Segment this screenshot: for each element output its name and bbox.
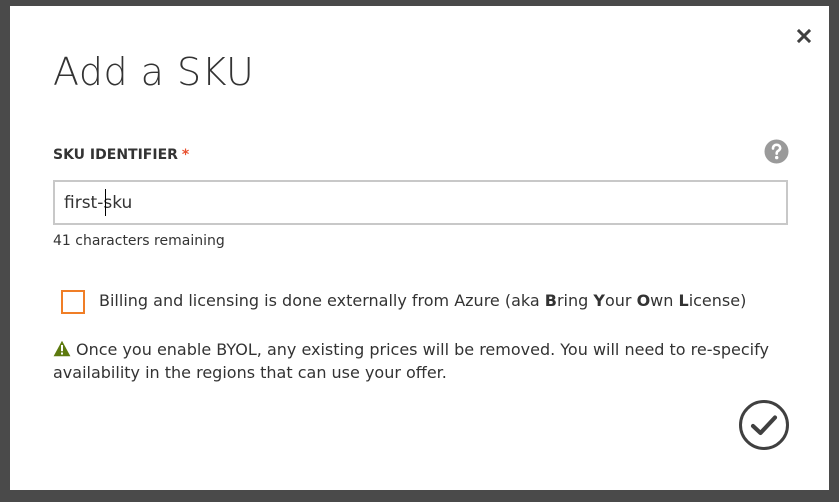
byol-checkbox-label[interactable]: Billing and licensing is done externally… — [99, 291, 746, 310]
add-sku-dialog: Add a SKU SKU IDENTIFIER* 41 characters … — [10, 6, 829, 490]
byol-label-letter: L — [678, 291, 689, 310]
close-button[interactable] — [794, 26, 814, 46]
close-icon — [796, 28, 812, 44]
characters-remaining: 41 characters remaining — [53, 233, 225, 249]
sku-identifier-field[interactable] — [53, 180, 788, 225]
help-icon — [764, 139, 789, 164]
sku-identifier-input[interactable] — [55, 182, 786, 223]
required-marker: * — [181, 147, 190, 163]
sku-identifier-label: SKU IDENTIFIER * — [53, 147, 189, 163]
byol-label-part: Billing and licensing is done externally… — [99, 291, 545, 310]
text-cursor — [105, 189, 106, 216]
byol-checkbox[interactable] — [61, 290, 85, 314]
dialog-title: Add a SKU — [53, 50, 255, 94]
byol-label-part: ring — [556, 291, 594, 310]
byol-label-part: wn — [650, 291, 679, 310]
ok-button[interactable] — [738, 399, 790, 451]
byol-label-part: our — [604, 291, 637, 310]
sku-identifier-label-text: SKU IDENTIFIER — [53, 147, 178, 163]
byol-label-letter: B — [544, 291, 557, 310]
help-button[interactable] — [764, 139, 789, 164]
byol-label-letter: Y — [593, 291, 605, 310]
byol-warning-text: Once you enable BYOL, any existing price… — [53, 340, 769, 382]
byol-label-letter: O — [636, 291, 651, 310]
checkmark-icon — [739, 400, 789, 450]
byol-label-part: icense) — [688, 291, 747, 310]
